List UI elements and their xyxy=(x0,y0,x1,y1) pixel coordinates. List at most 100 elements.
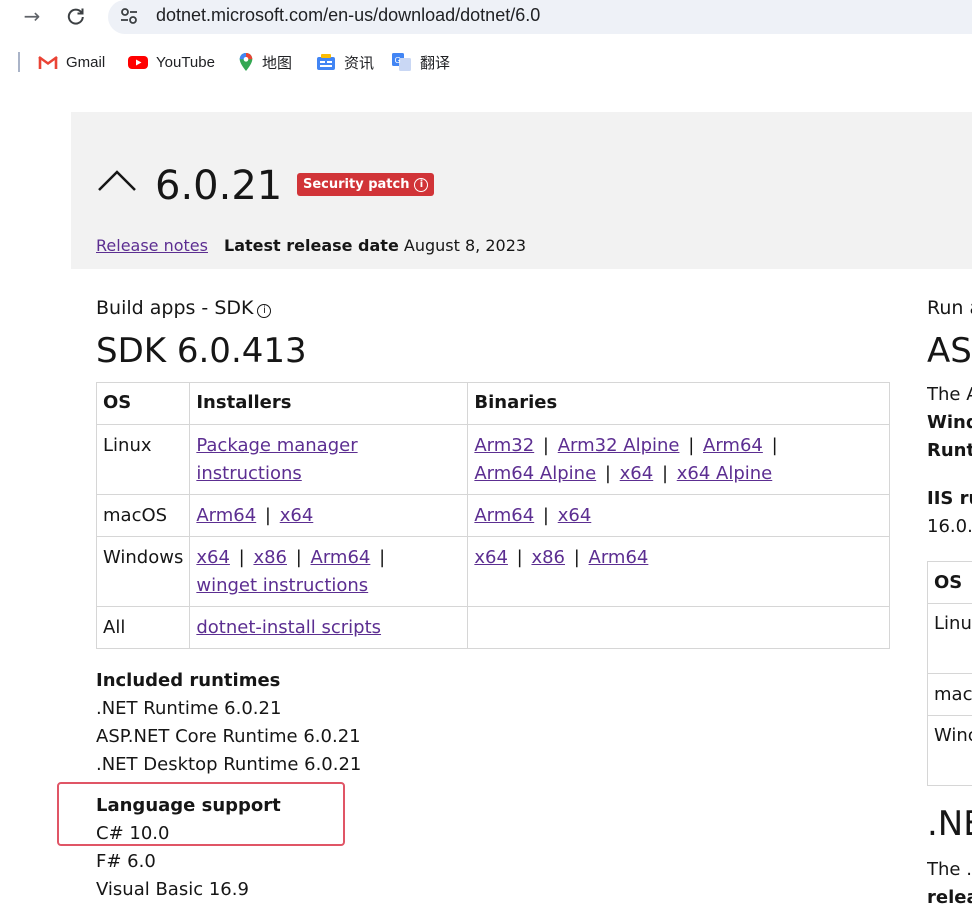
table-row: mac xyxy=(927,674,972,716)
next-section-description-bold: relea xyxy=(927,887,972,908)
included-runtimes: Included runtimes .NET Runtime 6.0.21 AS… xyxy=(96,667,361,779)
winget-instructions-link[interactable]: winget instructions xyxy=(196,575,368,596)
windows-arm64-installer-link[interactable]: Arm64 xyxy=(311,547,371,568)
svg-text:G: G xyxy=(395,56,401,65)
linux-arm32-binary-link[interactable]: Arm32 xyxy=(474,435,534,456)
installers-cell: Package manager instructions xyxy=(189,424,469,495)
bookmark-label: 地图 xyxy=(262,54,293,72)
info-icon[interactable]: i xyxy=(257,304,272,318)
macos-arm64-installer-link[interactable]: Arm64 xyxy=(196,505,256,526)
binaries-cell: Arm64 | x64 xyxy=(467,494,890,537)
runtime-description-bold: Wind xyxy=(927,412,972,433)
windows-x86-binary-link[interactable]: x86 xyxy=(531,547,565,568)
latest-release-date-label: Latest release date xyxy=(224,236,399,255)
iis-runtime-version: 16.0. xyxy=(927,516,972,537)
macos-x64-installer-link[interactable]: x64 xyxy=(280,505,314,526)
column-header-os: OS xyxy=(95,382,191,425)
table-row-windows: Windows x64 | x86 | Arm64 | winget instru… xyxy=(95,536,890,607)
linux-x64-binary-link[interactable]: x64 xyxy=(620,463,654,484)
collapse-chevron-up-icon[interactable] xyxy=(97,166,137,196)
gmail-icon xyxy=(38,56,58,69)
bookmarks-bar: Gmail YouTube 地图 资讯 G 翻译 xyxy=(0,44,972,80)
table-row: Linu xyxy=(927,604,972,674)
bookmark-label: 翻译 xyxy=(420,54,451,72)
table-row: Winc xyxy=(927,716,972,786)
windows-x64-installer-link[interactable]: x64 xyxy=(196,547,230,568)
browser-toolbar: → dotnet.microsoft.com/en-us/download/do… xyxy=(0,0,972,36)
package-manager-instructions-link[interactable]: Package manager instructions xyxy=(196,435,357,484)
sdk-section-label-text: Build apps - SDK xyxy=(96,297,254,319)
bookmark-gmail[interactable]: Gmail xyxy=(38,52,105,72)
installers-cell: Arm64 | x64 xyxy=(189,494,469,537)
column-header-os: OS xyxy=(927,562,972,604)
latest-release-date-value: August 8, 2023 xyxy=(403,236,527,255)
security-patch-badge[interactable]: Security patch i xyxy=(297,173,435,196)
site-settings-icon[interactable] xyxy=(118,5,140,27)
list-item: .NET Runtime 6.0.21 xyxy=(96,698,282,719)
reload-icon[interactable] xyxy=(62,4,90,28)
next-section-description: The . xyxy=(927,859,972,880)
windows-x64-binary-link[interactable]: x64 xyxy=(474,547,508,568)
table-row-all: All dotnet-install scripts xyxy=(95,606,890,649)
binaries-cell xyxy=(467,606,890,649)
list-item: .NET Desktop Runtime 6.0.21 xyxy=(96,754,362,775)
runtime-description: The A xyxy=(927,384,972,405)
address-bar[interactable]: dotnet.microsoft.com/en-us/download/dotn… xyxy=(108,0,972,34)
sdk-title: SDK 6.0.413 xyxy=(96,331,307,371)
forward-icon[interactable]: → xyxy=(18,4,46,28)
url-text[interactable]: dotnet.microsoft.com/en-us/download/dotn… xyxy=(156,5,540,26)
runtime-table: OS Linu mac Winc xyxy=(927,561,972,786)
youtube-icon xyxy=(128,56,148,69)
sdk-section-label: Build apps - SDK i xyxy=(96,297,272,319)
windows-x86-installer-link[interactable]: x86 xyxy=(253,547,287,568)
included-runtimes-heading: Included runtimes xyxy=(96,670,281,691)
next-section-title: .NE xyxy=(927,804,972,844)
runtime-title: AS xyxy=(927,331,972,371)
linux-x64-alpine-binary-link[interactable]: x64 Alpine xyxy=(677,463,773,484)
list-item: Visual Basic 16.9 xyxy=(96,879,249,900)
bookmark-label: YouTube xyxy=(156,53,215,71)
news-icon xyxy=(317,54,335,70)
table-row-macos: macOS Arm64 | x64 Arm64 | x64 xyxy=(95,494,890,537)
bookmark-label: 资讯 xyxy=(344,54,375,72)
windows-arm64-binary-link[interactable]: Arm64 xyxy=(589,547,649,568)
bookmark-news[interactable]: 资讯 xyxy=(316,52,374,72)
dotnet-install-scripts-link[interactable]: dotnet-install scripts xyxy=(196,617,381,638)
maps-icon xyxy=(239,53,253,71)
linux-arm32-alpine-binary-link[interactable]: Arm32 Alpine xyxy=(558,435,680,456)
sdk-download-table: OS Installers Binaries Linux Package man… xyxy=(95,382,890,649)
binaries-cell: Arm32 | Arm32 Alpine | Arm64 | Arm64 Alpi… xyxy=(467,424,890,495)
binaries-cell: x64 | x86 | Arm64 xyxy=(467,536,890,607)
release-notes-link[interactable]: Release notes xyxy=(96,236,208,255)
list-item: F# 6.0 xyxy=(96,851,156,872)
badge-label: Security patch xyxy=(303,176,410,192)
linux-arm64-alpine-binary-link[interactable]: Arm64 Alpine xyxy=(474,463,596,484)
os-cell: macOS xyxy=(95,494,191,537)
column-header-installers: Installers xyxy=(189,382,469,425)
column-header-binaries: Binaries xyxy=(467,382,890,425)
latest-release-date: Latest release date August 8, 2023 xyxy=(224,236,526,255)
bookmark-label: Gmail xyxy=(66,53,106,71)
bookmarks-divider xyxy=(18,52,20,72)
macos-arm64-binary-link[interactable]: Arm64 xyxy=(474,505,534,526)
release-version: 6.0.21 xyxy=(155,163,283,209)
installers-cell: dotnet-install scripts xyxy=(189,606,469,649)
bookmark-translate[interactable]: G 翻译 xyxy=(392,52,450,72)
os-cell: Linux xyxy=(95,424,191,495)
info-icon[interactable]: i xyxy=(414,177,429,192)
bookmark-youtube[interactable]: YouTube xyxy=(128,52,215,72)
list-item: ASP.NET Core Runtime 6.0.21 xyxy=(96,726,361,747)
runtime-description-bold: Runt xyxy=(927,440,972,461)
iis-runtime-label: IIS ru xyxy=(927,488,972,509)
linux-arm64-binary-link[interactable]: Arm64 xyxy=(703,435,763,456)
os-cell: All xyxy=(95,606,191,649)
runtime-column-clipped: Run a AS The A Wind Runt IIS ru 16.0. OS… xyxy=(927,295,972,910)
macos-x64-binary-link[interactable]: x64 xyxy=(558,505,592,526)
runtime-section-label: Run a xyxy=(927,297,972,319)
table-row-linux: Linux Package manager instructions Arm32… xyxy=(95,424,890,495)
installers-cell: x64 | x86 | Arm64 | winget instructions xyxy=(189,536,469,607)
bookmark-maps[interactable]: 地图 xyxy=(238,52,292,72)
table-header-row: OS Installers Binaries xyxy=(95,382,890,425)
header-strip xyxy=(71,87,972,112)
os-cell: Windows xyxy=(95,536,191,607)
